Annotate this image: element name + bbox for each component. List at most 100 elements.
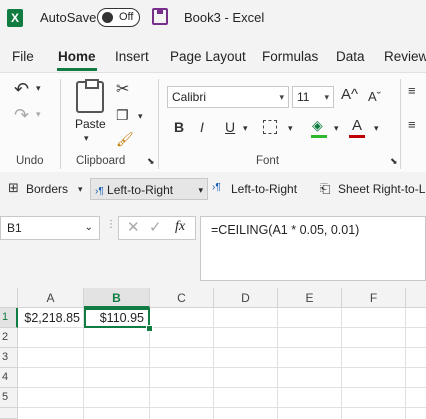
format-painter-icon[interactable]: 🖌 [116,131,134,148]
ribbon: ↶ ▾ ↷ ▾ Undo Paste ▾ ✂ ❐ ▾ 🖌 Clipboard ⬊… [0,72,426,174]
save-icon[interactable] [152,8,168,25]
document-title: Book3 - Excel [184,10,265,25]
column-header-d[interactable]: D [214,288,278,308]
row-header-1[interactable]: 1 [0,308,18,328]
tab-review[interactable]: Review [384,49,426,64]
borders-icon[interactable] [263,120,277,134]
sheet-right-to-left-button[interactable]: Sheet Right-to-L [338,178,425,200]
quick-access-toolbar: ⊞ Borders ▾ ›¶ Left-to-Right ▾ ›¶ Left-t… [0,172,426,207]
font-color-swatch [349,135,365,138]
borders-button[interactable]: Borders [26,178,68,200]
chevron-down-icon[interactable]: ⌄ [85,217,93,239]
ltr-paragraph-icon: ›¶ [95,186,104,197]
bold-icon[interactable]: B [174,119,184,135]
divider [400,79,401,169]
cell-b1[interactable]: $110.95 [84,308,150,328]
row-header-6[interactable] [0,408,18,419]
autosave-state: Off [119,11,134,23]
fill-color-dropdown-icon[interactable]: ▾ [334,123,339,134]
row-header-5[interactable]: 5 [0,388,18,408]
gridline [18,407,426,408]
row-header-2[interactable]: 2 [0,328,18,348]
formula-controls: ✕ ✓ fx [118,216,196,240]
font-size-select[interactable]: 11 ▾ [292,86,334,108]
fill-handle[interactable] [146,325,153,332]
underline-dropdown-icon[interactable]: ▾ [243,123,248,134]
gridline [341,308,342,419]
column-header-f[interactable]: F [342,288,406,308]
column-header-e[interactable]: E [278,288,342,308]
column-header-c[interactable]: C [150,288,214,308]
tab-data[interactable]: Data [336,49,365,64]
fill-color-icon[interactable]: ◈ [312,117,323,134]
column-header-b[interactable]: B [84,288,150,308]
italic-icon[interactable]: I [200,119,204,135]
redo-icon[interactable]: ↷ [14,105,29,126]
ltr-paragraph-icon: ›¶ [212,182,221,193]
paste-icon[interactable] [76,79,104,113]
undo-group-label: Undo [16,155,44,167]
gridline [405,308,406,419]
clipboard-group-label: Clipboard [76,155,126,167]
name-box-value: B1 [7,221,22,235]
align-top-icon[interactable]: ≡ [408,83,416,98]
more-options-icon[interactable]: ⋮ [106,219,116,230]
fill-color-swatch [311,135,327,138]
cell-a1[interactable]: $2,218.85 [18,308,84,328]
underline-icon[interactable]: U [225,119,235,135]
formula-input[interactable]: =CEILING(A1 * 0.05, 0.01) [200,216,426,281]
clipboard-launcher-icon[interactable]: ⬊ [147,156,155,167]
tab-home[interactable]: Home [58,49,96,64]
chevron-down-icon: ▾ [198,185,203,195]
title-bar: X AutoSave Off Book3 - Excel [0,0,426,36]
column-header-g[interactable] [406,288,426,308]
chevron-down-icon: ▾ [324,92,329,102]
grow-font-icon[interactable]: A^ [341,86,358,103]
cut-icon[interactable]: ✂ [116,79,129,99]
gridline [277,308,278,419]
gridline [18,367,426,368]
font-color-dropdown-icon[interactable]: ▾ [374,123,379,134]
toggle-knob-icon [102,12,113,23]
left-to-right-button-2[interactable]: Left-to-Right [231,178,297,200]
name-box[interactable]: B1 ⌄ [0,216,100,240]
autosave-label: AutoSave [40,10,97,25]
enter-check-icon[interactable]: ✓ [149,218,162,236]
gridline [18,387,426,388]
paste-dropdown-icon[interactable]: ▾ [84,133,89,144]
font-group-label: Font [256,155,280,167]
font-launcher-icon[interactable]: ⬊ [390,156,398,167]
tab-file[interactable]: File [12,49,34,64]
row-header-3[interactable]: 3 [0,348,18,368]
cancel-icon[interactable]: ✕ [127,218,140,236]
font-size-value: 11 [297,90,310,104]
undo-dropdown-icon[interactable]: ▾ [36,83,41,94]
tab-formulas[interactable]: Formulas [262,49,318,64]
copy-dropdown-icon[interactable]: ▾ [138,111,143,122]
insert-function-icon[interactable]: fx [175,219,185,235]
autosave-toggle[interactable]: Off [97,8,140,27]
paste-button[interactable]: Paste [75,117,106,131]
tab-page-layout[interactable]: Page Layout [170,49,246,64]
row-header-4[interactable]: 4 [0,368,18,388]
chevron-down-icon[interactable]: ▾ [78,184,83,195]
column-header-a[interactable]: A [18,288,84,308]
sheet-rtl-icon: ⎗ [320,181,331,196]
left-to-right-button[interactable]: ›¶ Left-to-Right ▾ [90,178,208,200]
undo-icon[interactable]: ↶ [14,79,29,100]
active-tab-indicator [57,68,97,71]
tab-insert[interactable]: Insert [115,49,149,64]
redo-dropdown-icon[interactable]: ▾ [36,109,41,120]
shrink-font-icon[interactable]: Aˇ [368,89,381,104]
excel-logo-icon: X [7,9,23,27]
divider [60,79,61,169]
align-left-icon[interactable]: ≡ [408,117,416,132]
select-all-corner[interactable] [0,288,18,308]
font-color-icon[interactable]: A [352,117,362,134]
font-name-select[interactable]: Calibri ▾ [167,86,289,108]
borders-dropdown-icon[interactable]: ▾ [288,123,293,134]
copy-icon[interactable]: ❐ [116,107,129,124]
gridline [213,308,214,419]
divider [158,79,159,169]
chevron-down-icon: ▾ [279,92,284,102]
